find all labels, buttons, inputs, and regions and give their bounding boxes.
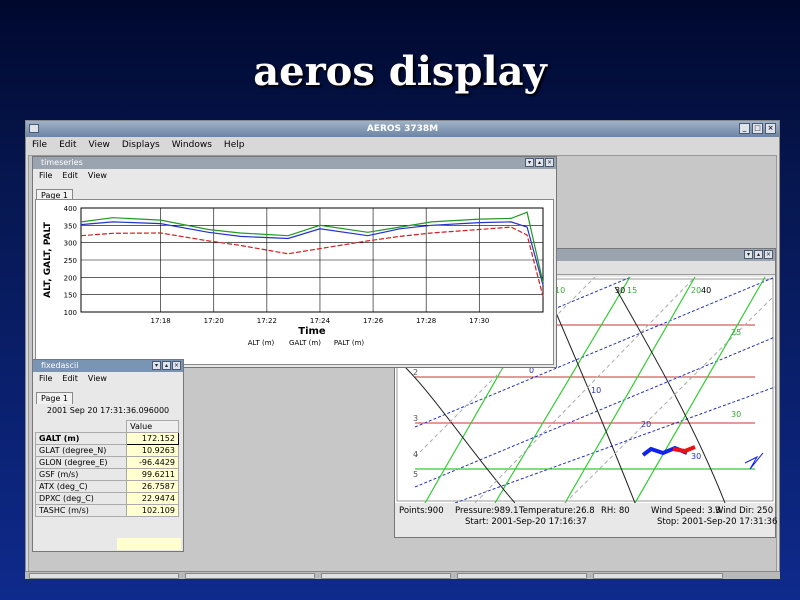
- skewt-label: 30: [615, 286, 625, 295]
- skewt-label: 20: [641, 420, 651, 429]
- taskbar-item[interactable]: [593, 573, 723, 579]
- table-row: GLON (degree_E) -96.4429: [34, 456, 179, 469]
- x-axis-label: Time: [298, 326, 326, 337]
- timeseries-titlebar[interactable]: timeseries ▾ ▴ ×: [33, 157, 556, 169]
- status-temperature: Temperature:26.8: [519, 506, 595, 516]
- close-icon[interactable]: ×: [545, 158, 554, 167]
- y-tick-label: 250: [64, 257, 77, 265]
- skewt-label: 30: [691, 452, 701, 461]
- y-tick-label: 350: [64, 222, 77, 230]
- skewt-y-label: 3: [413, 414, 418, 423]
- taskbar-item[interactable]: [29, 573, 179, 579]
- minimize-icon[interactable]: ▾: [152, 361, 161, 370]
- fixedascii-window: fixedascii ▾ ▴ × File Edit View Page 1 2…: [32, 359, 184, 552]
- close-icon[interactable]: ×: [765, 123, 776, 134]
- fixedascii-table: Value GALT (m) 172.152 GLAT (degree_N) 10.…: [34, 420, 179, 517]
- main-window-title: AEROS 3738M: [366, 124, 439, 134]
- status-stop: Stop: 2001-Sep-20 17:31:36: [657, 517, 778, 527]
- skewt-y-label: 4: [413, 450, 418, 459]
- taskbar: [25, 571, 780, 579]
- x-tick-label: 17:30: [469, 317, 489, 325]
- main-menubar: File Edit View Displays Windows Help: [26, 137, 779, 153]
- legend-entry: ALT (m): [248, 339, 275, 347]
- y-tick-label: 300: [64, 240, 77, 248]
- skewt-label: 10: [591, 386, 601, 395]
- y-tick-label: 100: [64, 309, 77, 317]
- close-icon[interactable]: ×: [764, 250, 773, 259]
- maximize-icon[interactable]: ▴: [754, 250, 763, 259]
- x-tick-label: 17:24: [310, 317, 331, 325]
- tab-page-1[interactable]: Page 1: [36, 392, 73, 404]
- y-tick-label: 400: [64, 205, 77, 213]
- timeseries-title: timeseries: [41, 158, 83, 167]
- timeseries-menubar: File Edit View: [33, 169, 556, 183]
- close-icon[interactable]: ×: [172, 361, 181, 370]
- timeseries-chart[interactable]: 100 150 200 250 300 350 400 17:18 17:20 17:22 17:2…: [36, 200, 553, 364]
- taskbar-item[interactable]: [457, 573, 587, 579]
- timeseries-panel: 100 150 200 250 300 350 400 17:18 17:20 17:22 17:2…: [35, 199, 554, 365]
- table-row: TASHC (m/s) 102.109: [34, 504, 179, 517]
- x-tick-label: 17:20: [204, 317, 224, 325]
- legend-entry: GALT (m): [289, 339, 321, 347]
- status-pressure: Pressure:989.1: [455, 506, 519, 516]
- table-row: GSF (m/s) 99.6211: [34, 468, 179, 481]
- taskbar-item[interactable]: [185, 573, 315, 579]
- skewt-y-label: 2: [413, 368, 418, 377]
- menu-windows[interactable]: Windows: [172, 137, 212, 153]
- legend-entry: PALT (m): [334, 339, 365, 347]
- menu-file[interactable]: File: [39, 372, 52, 386]
- fixedascii-menubar: File Edit View: [33, 372, 183, 386]
- x-tick-label: 17:26: [363, 317, 384, 325]
- status-wind-speed: Wind Speed: 3.3: [651, 506, 721, 516]
- fixedascii-title: fixedascii: [41, 361, 79, 370]
- skewt-label: 15: [627, 286, 637, 295]
- menu-edit[interactable]: Edit: [59, 137, 76, 153]
- skewt-label: 20: [691, 286, 701, 295]
- minimize-icon[interactable]: ▾: [525, 158, 534, 167]
- menu-file[interactable]: File: [32, 137, 47, 153]
- table-row: DPXC (deg_C) 22.9474: [34, 492, 179, 505]
- status-points: Points:900: [399, 506, 444, 516]
- y-tick-label: 150: [64, 292, 77, 300]
- aeros-main-window: AEROS 3738M _ □ × File Edit View Display…: [25, 120, 780, 578]
- menu-file[interactable]: File: [39, 169, 52, 183]
- status-start: Start: 2001-Sep-20 17:16:37: [465, 517, 587, 527]
- x-tick-label: 17:28: [416, 317, 436, 325]
- y-tick-label: 200: [64, 274, 77, 282]
- taskbar-item[interactable]: [321, 573, 451, 579]
- skewt-label: 30: [731, 410, 741, 419]
- maximize-icon[interactable]: ▴: [535, 158, 544, 167]
- maximize-icon[interactable]: □: [752, 123, 763, 134]
- menu-edit[interactable]: Edit: [62, 372, 78, 386]
- table-row: ATX (deg_C) 26.7587: [34, 480, 179, 493]
- menu-view[interactable]: View: [88, 372, 107, 386]
- table-header: Value: [126, 420, 179, 433]
- skewt-y-label: 5: [413, 470, 418, 479]
- mdi-workspace: ▾ ▴ × 10 30 15 20 40 25 0 10 20 30 30 2 …: [28, 155, 777, 573]
- skewt-label: 40: [701, 286, 711, 295]
- table-row: GALT (m) 172.152: [34, 432, 179, 445]
- window-menu-icon[interactable]: [29, 124, 39, 133]
- fixedascii-titlebar[interactable]: fixedascii ▾ ▴ ×: [33, 360, 183, 372]
- menu-view[interactable]: View: [89, 137, 110, 153]
- minimize-icon[interactable]: ▾: [744, 250, 753, 259]
- y-axis-label: ALT, GALT, PALT: [43, 221, 53, 298]
- menu-help[interactable]: Help: [224, 137, 245, 153]
- x-tick-label: 17:18: [151, 317, 171, 325]
- status-wind-dir: Wind Dir: 250: [715, 506, 774, 516]
- menu-view[interactable]: View: [88, 169, 107, 183]
- menu-displays[interactable]: Displays: [122, 137, 160, 153]
- timeseries-window: timeseries ▾ ▴ × File Edit View Page 1 1…: [32, 156, 557, 368]
- status-rh: RH: 80: [601, 506, 630, 516]
- table-row: GLAT (degree_N) 10.9263: [34, 444, 179, 457]
- minimize-icon[interactable]: _: [739, 123, 750, 134]
- main-titlebar[interactable]: AEROS 3738M _ □ ×: [26, 121, 779, 137]
- x-tick-label: 17:22: [257, 317, 277, 325]
- skewt-label: 25: [731, 328, 741, 337]
- slide-title: aeros display: [253, 48, 547, 95]
- maximize-icon[interactable]: ▴: [162, 361, 171, 370]
- menu-edit[interactable]: Edit: [62, 169, 78, 183]
- fixedascii-timestamp: 2001 Sep 20 17:31:36.096000: [46, 406, 170, 415]
- value-column-filler: [117, 538, 181, 550]
